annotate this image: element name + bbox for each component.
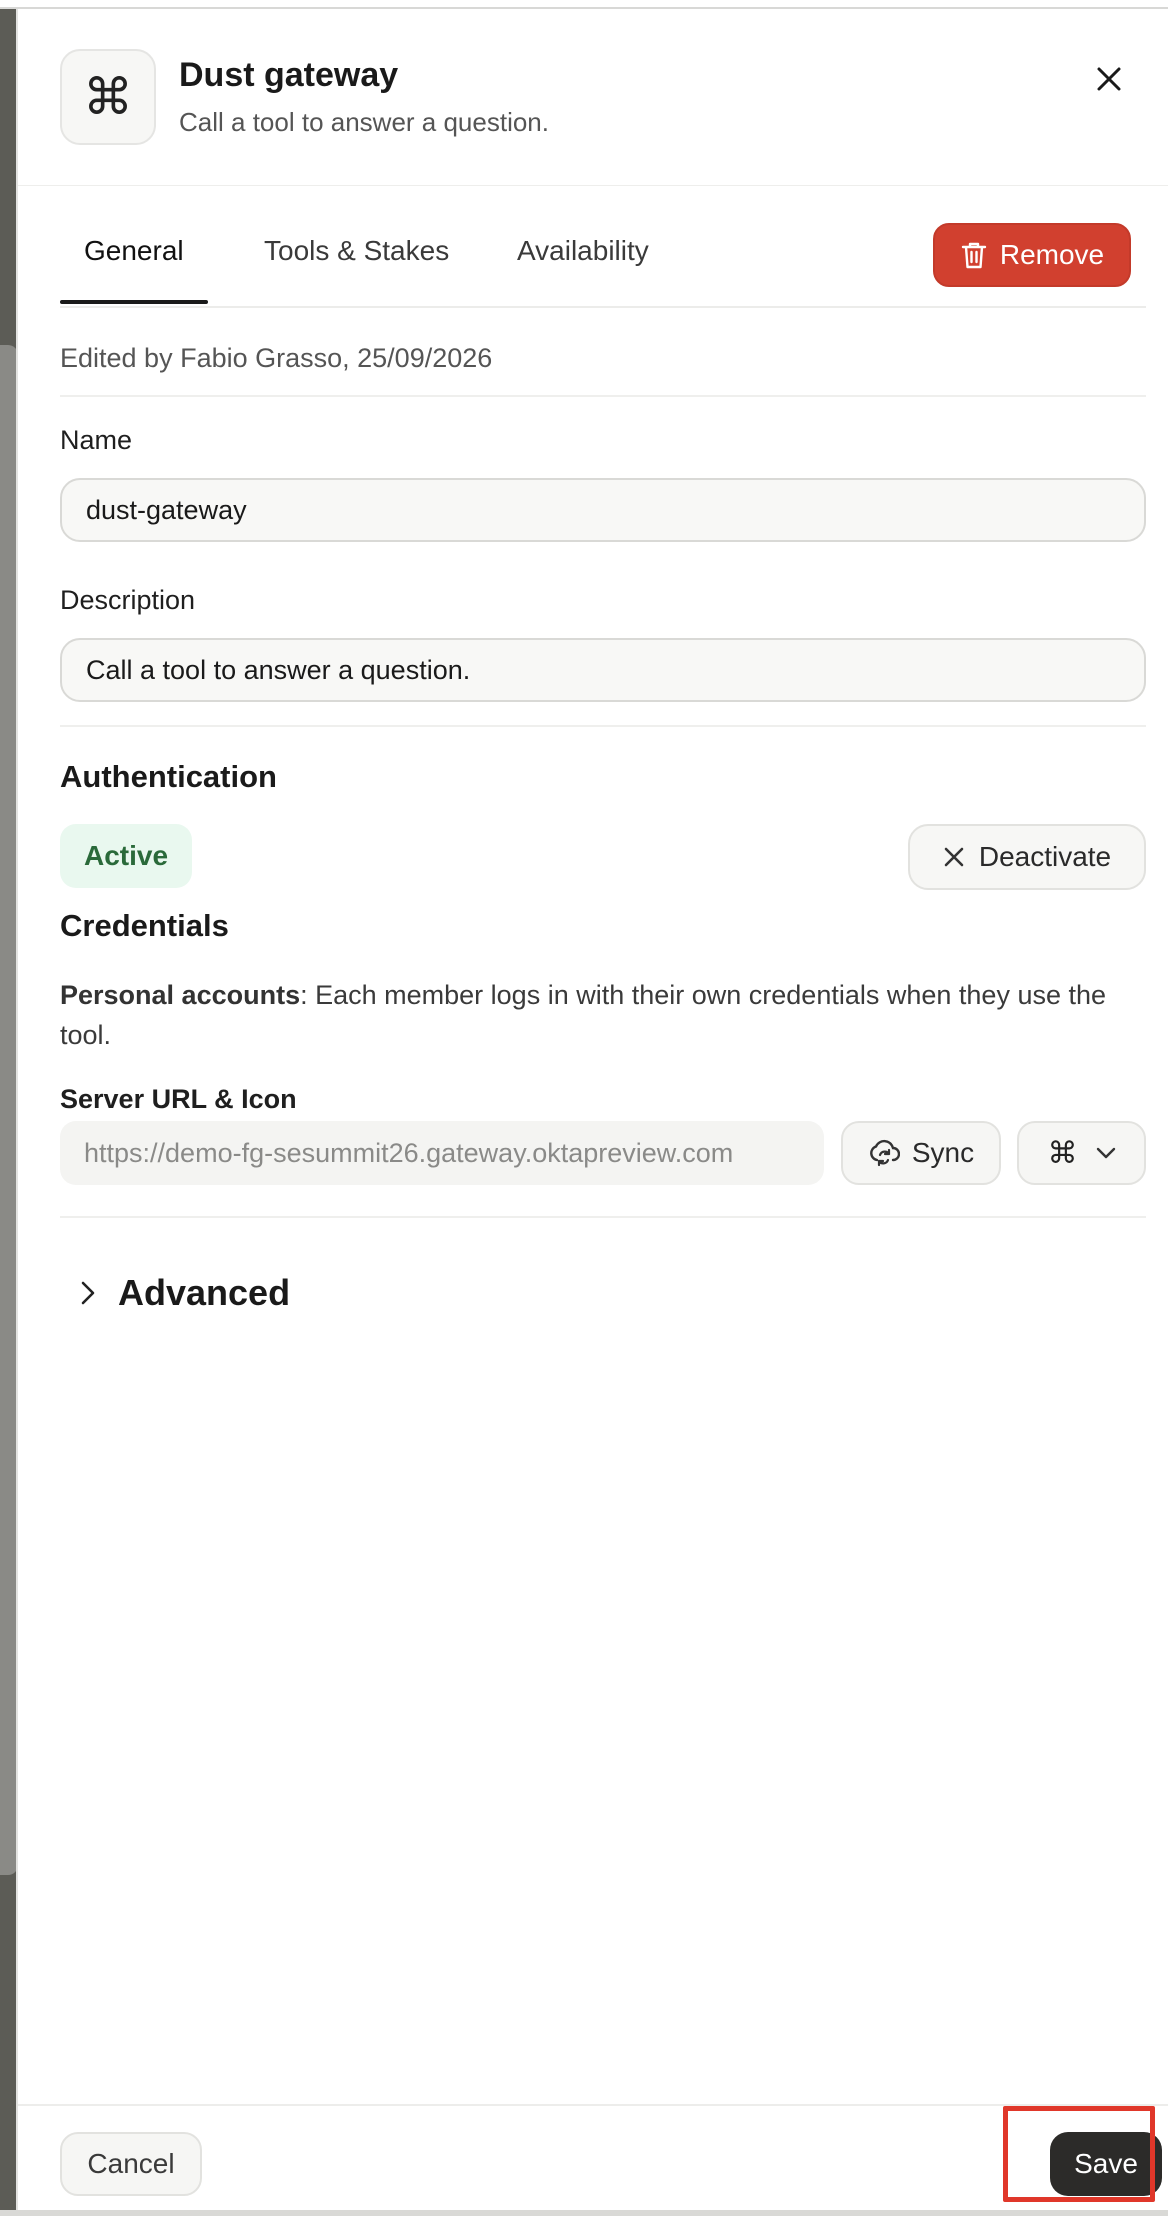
tool-settings-panel: ⌘ Dust gateway Call a tool to answer a q… <box>16 9 1168 2216</box>
top-edge <box>0 0 1168 9</box>
command-icon: ⌘ <box>1047 1135 1078 1171</box>
divider <box>60 1216 1146 1218</box>
advanced-toggle[interactable]: Advanced <box>80 1265 290 1321</box>
authentication-title: Authentication <box>60 759 277 794</box>
deactivate-button[interactable]: Deactivate <box>908 824 1146 890</box>
footer-divider <box>18 2104 1168 2106</box>
credentials-description: Personal accounts: Each member logs in w… <box>60 975 1150 1055</box>
sync-button[interactable]: Sync <box>841 1121 1001 1185</box>
x-icon <box>944 847 964 867</box>
server-url-input[interactable]: https://demo-fg-sesummit26.gateway.oktap… <box>60 1121 824 1185</box>
advanced-label: Advanced <box>118 1272 291 1313</box>
tab-tools-stakes[interactable]: Tools & Stakes <box>264 235 449 267</box>
cancel-button[interactable]: Cancel <box>60 2132 202 2196</box>
command-icon: ⌘ <box>83 68 133 126</box>
name-value: dust-gateway <box>86 494 247 525</box>
chevron-down-icon <box>1096 1147 1115 1159</box>
credentials-emphasis: Personal accounts <box>60 980 301 1010</box>
edited-info: Edited by Fabio Grasso, 25/09/2026 <box>60 343 493 373</box>
remove-button[interactable]: Remove <box>933 223 1131 287</box>
credentials-title: Credentials <box>60 908 229 943</box>
name-label: Name <box>60 425 133 455</box>
server-url-value: https://demo-fg-sesummit26.gateway.oktap… <box>84 1137 734 1168</box>
tab-general[interactable]: General <box>84 235 184 267</box>
divider <box>60 725 1146 727</box>
header-divider <box>18 185 1168 186</box>
cloud-sync-icon <box>869 1139 900 1167</box>
bottom-edge <box>0 2210 1168 2216</box>
status-badge: Active <box>60 824 192 888</box>
tool-icon: ⌘ <box>60 49 156 145</box>
tab-availability[interactable]: Availability <box>517 235 649 267</box>
sync-label: Sync <box>911 1137 975 1168</box>
server-url-label: Server URL & Icon <box>60 1084 297 1114</box>
tabs-divider <box>60 306 1146 308</box>
chevron-right-icon <box>81 1281 95 1305</box>
icon-picker[interactable]: ⌘ <box>1017 1121 1146 1185</box>
divider <box>60 395 1146 397</box>
active-tab-indicator <box>60 300 208 304</box>
description-value: Call a tool to answer a question. <box>86 654 471 685</box>
name-input[interactable]: dust-gateway <box>60 478 1146 542</box>
trash-icon <box>961 242 987 269</box>
deactivate-label: Deactivate <box>978 841 1112 872</box>
description-label: Description <box>60 585 196 615</box>
panel-subtitle: Call a tool to answer a question. <box>179 107 549 137</box>
save-button[interactable]: Save <box>1050 2132 1162 2196</box>
remove-label: Remove <box>999 239 1105 270</box>
close-icon[interactable] <box>1091 61 1127 97</box>
panel-title: Dust gateway <box>179 56 399 94</box>
description-input[interactable]: Call a tool to answer a question. <box>60 638 1146 702</box>
